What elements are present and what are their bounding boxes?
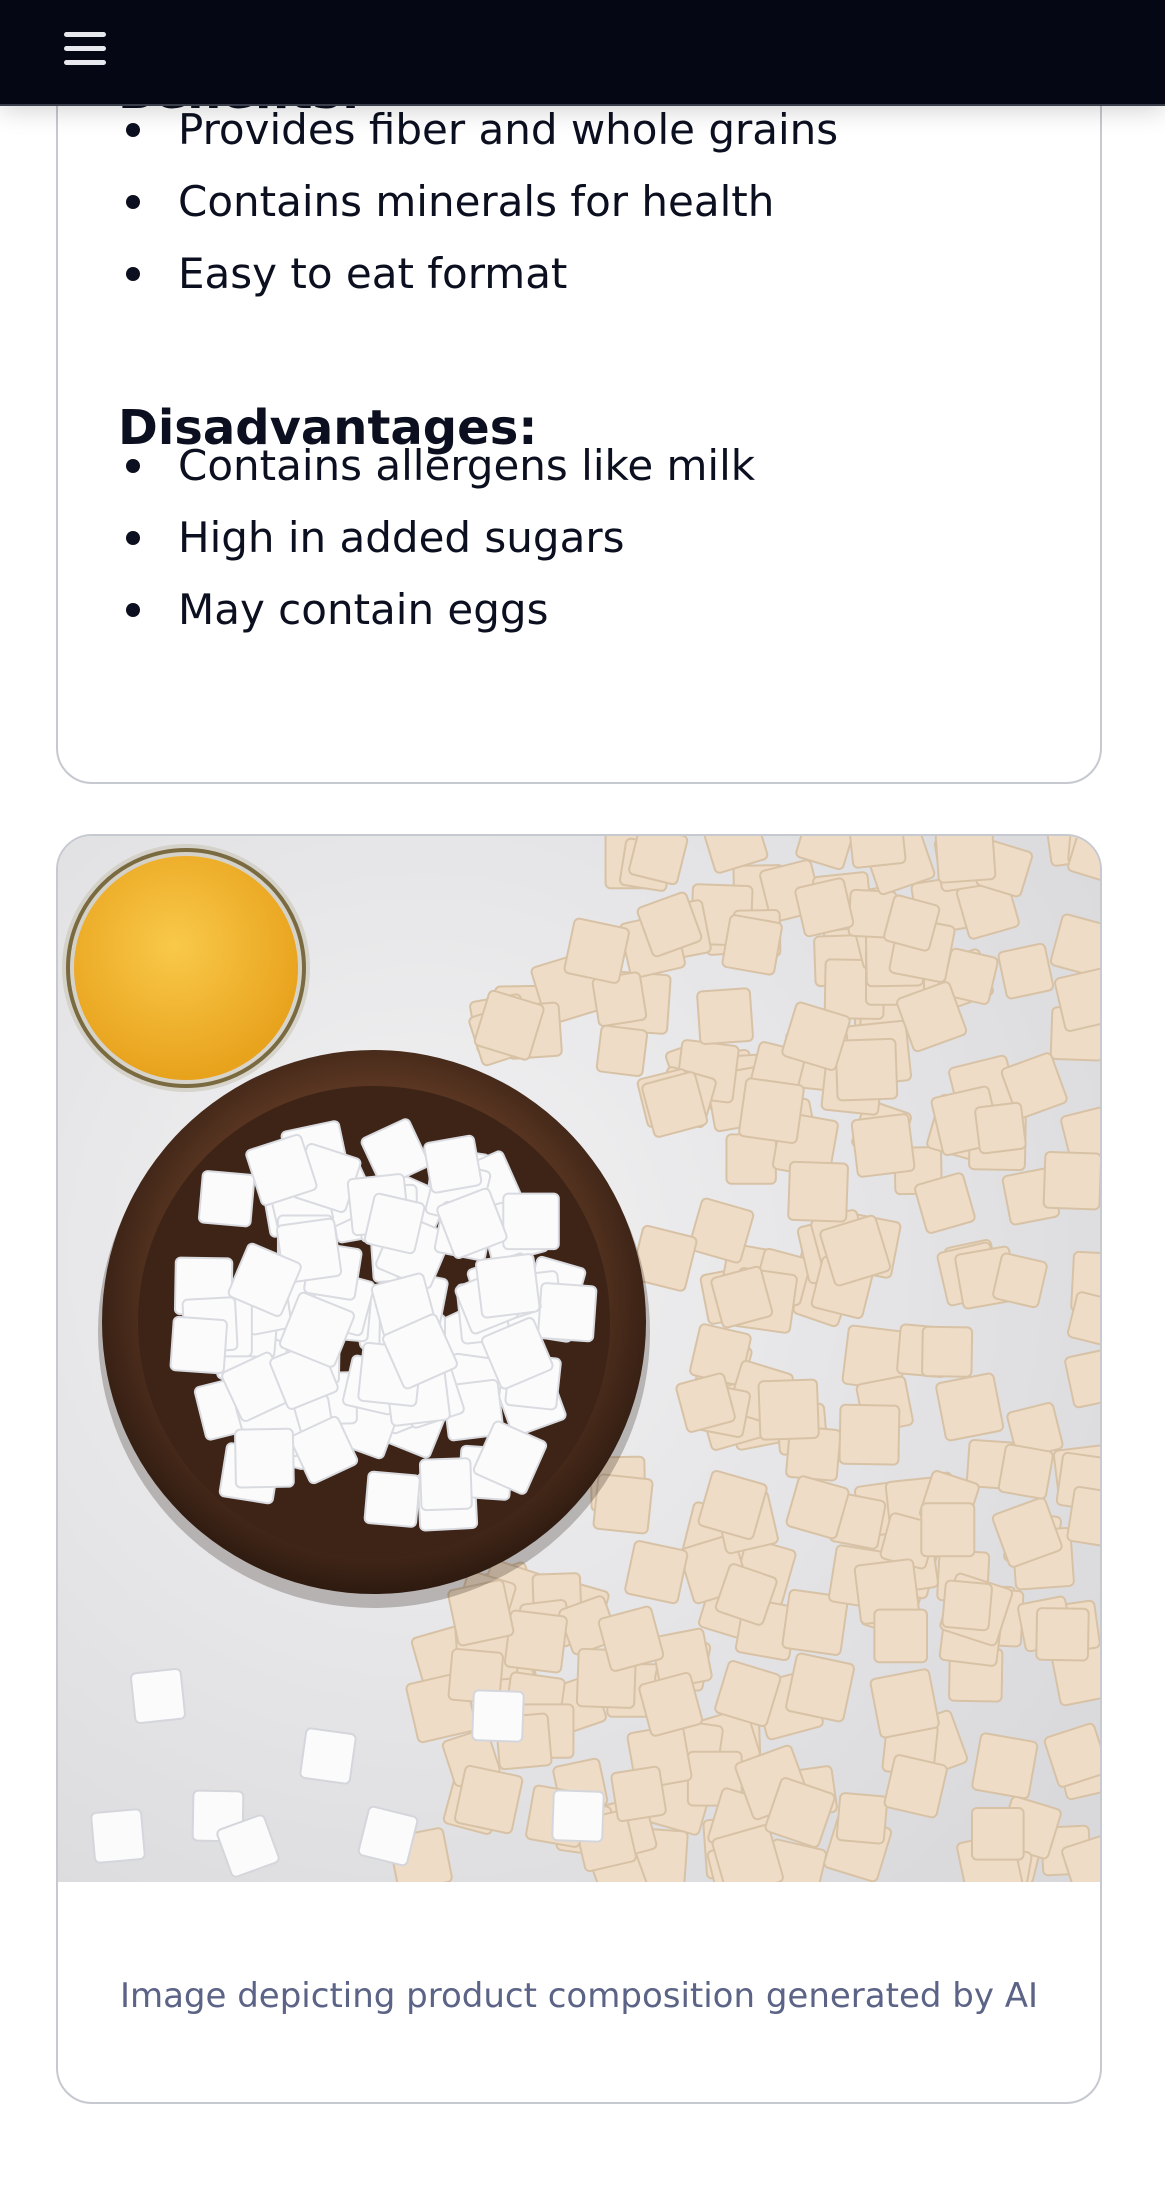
menu-line xyxy=(64,32,106,37)
product-composition-image xyxy=(58,836,1100,1882)
disadvantage-item: High in added sugars xyxy=(118,502,755,574)
bullet-icon xyxy=(126,123,140,137)
disadvantage-item: Contains allergens like milk xyxy=(118,430,755,502)
bullet-icon xyxy=(126,195,140,209)
image-caption: Image depicting product composition gene… xyxy=(119,1976,1039,2016)
product-image-card: Image depicting product composition gene… xyxy=(56,834,1102,2104)
top-navigation-bar xyxy=(0,0,1165,106)
hamburger-menu-icon[interactable] xyxy=(56,24,114,78)
product-info-card: Benefits: Provides fiber and whole grain… xyxy=(56,0,1102,784)
disadvantages-list: Contains allergens like milk High in add… xyxy=(118,430,755,646)
benefit-item: Contains minerals for health xyxy=(118,166,838,238)
disadvantage-item: May contain eggs xyxy=(118,574,755,646)
bullet-icon xyxy=(126,459,140,473)
bullet-icon xyxy=(126,531,140,545)
benefits-list: Provides fiber and whole grains Contains… xyxy=(118,94,838,310)
menu-line xyxy=(64,46,106,51)
bullet-icon xyxy=(126,603,140,617)
bullet-icon xyxy=(126,267,140,281)
page: Benefits: Provides fiber and whole grain… xyxy=(0,0,1165,2211)
sugar-cubes-illustration xyxy=(58,836,1100,1882)
menu-line xyxy=(64,60,106,65)
benefit-item: Easy to eat format xyxy=(118,238,838,310)
